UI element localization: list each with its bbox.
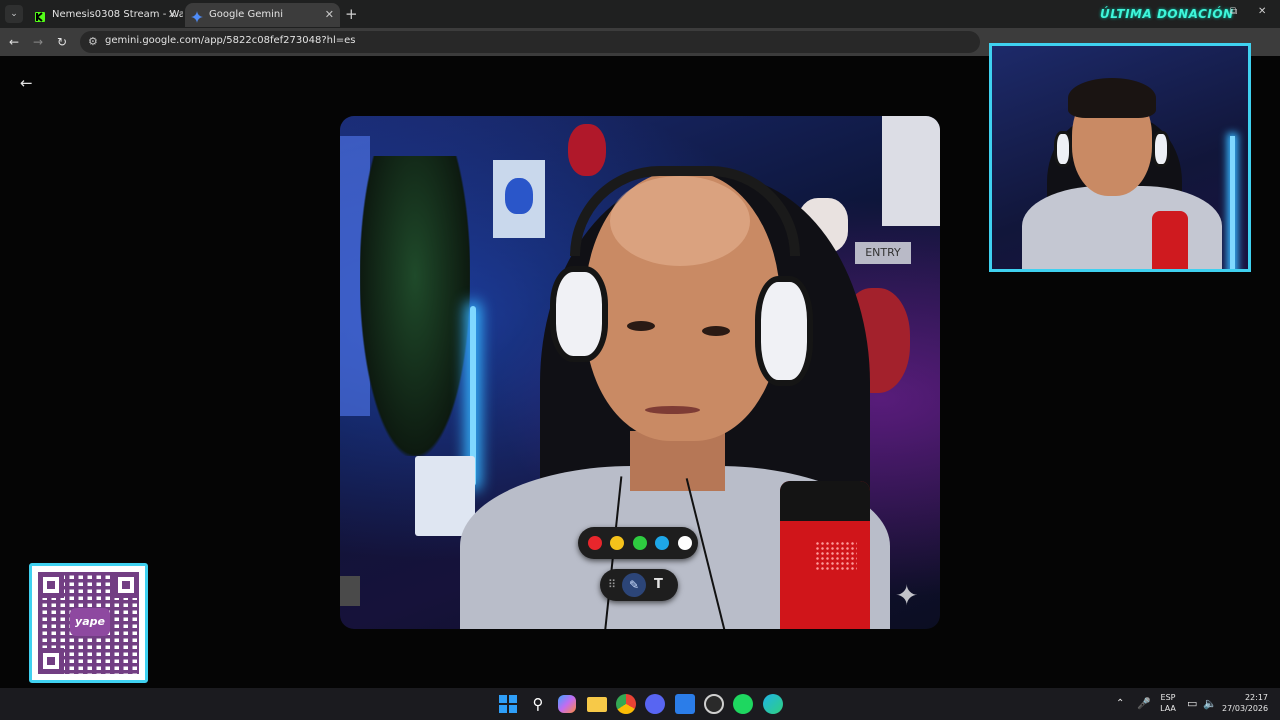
spotify-icon[interactable] xyxy=(733,694,753,714)
keyboard-layout: LAA xyxy=(1160,704,1176,713)
reload-icon[interactable]: ↻ xyxy=(57,34,67,50)
screen: ⌄ Nemesis0308 Stream - Watch L ✕ Google … xyxy=(0,0,1280,720)
tab-google-gemini[interactable]: Google Gemini ✕ xyxy=(185,3,340,27)
image-headphones-left xyxy=(550,266,608,362)
folder-icon[interactable] xyxy=(587,697,607,712)
microphone-icon[interactable]: 🎤 xyxy=(1137,694,1151,714)
windows-taskbar: ⚲ ⌃ 🎤 ESP LAA ▭ 🔈 22:17 27/03/2026 xyxy=(0,688,1280,720)
drag-handle-icon[interactable]: ⠿ xyxy=(608,577,616,593)
discord-icon[interactable] xyxy=(645,694,665,714)
mail-icon[interactable] xyxy=(675,694,695,714)
close-icon[interactable]: ✕ xyxy=(325,3,334,27)
webcam-person-body xyxy=(1022,186,1222,269)
kick-icon xyxy=(34,9,46,22)
gemini-icon xyxy=(191,9,203,23)
plus-icon: + xyxy=(345,5,358,23)
address-bar[interactable]: ⚙ gemini.google.com/app/5822c08fef273048… xyxy=(80,31,980,53)
color-swatch-blue[interactable] xyxy=(655,536,669,550)
copilot-icon[interactable] xyxy=(558,695,576,713)
obs-icon[interactable] xyxy=(704,694,724,714)
image-hand-poster xyxy=(493,160,545,238)
browser-tab-strip: ⌄ Nemesis0308 Stream - Watch L ✕ Google … xyxy=(0,0,1280,28)
arrow-left-icon[interactable]: ← xyxy=(20,74,33,92)
chrome-icon[interactable] xyxy=(616,694,636,714)
annotation-toolbar: ⠿ ✎ T xyxy=(600,569,678,601)
color-swatch-red[interactable] xyxy=(588,536,602,550)
webcam-neon-light xyxy=(1230,136,1235,269)
input-language-indicator[interactable]: ESP LAA xyxy=(1158,692,1178,714)
tune-icon[interactable]: ⚙ xyxy=(88,35,98,48)
color-swatch-green[interactable] xyxy=(633,536,647,550)
url-text[interactable]: gemini.google.com/app/5822c08fef273048?h… xyxy=(105,35,355,46)
chevron-down-icon: ⌄ xyxy=(10,9,18,19)
edge-icon[interactable] xyxy=(763,694,783,714)
image-poster-right xyxy=(882,116,940,226)
windows-icon[interactable] xyxy=(498,694,518,714)
yape-logo: yape xyxy=(70,608,110,636)
display-icon[interactable]: ▭ xyxy=(1187,694,1197,714)
search-icon[interactable]: ⚲ xyxy=(528,694,548,714)
chevron-up-icon[interactable]: ⌃ xyxy=(1116,694,1124,714)
annotation-color-palette xyxy=(578,527,698,559)
webcam-microphone xyxy=(1152,211,1188,269)
image-mouth xyxy=(645,406,700,414)
volume-icon[interactable]: 🔈 xyxy=(1203,694,1217,714)
taskbar-clock[interactable]: 22:17 27/03/2026 xyxy=(1222,692,1268,714)
color-swatch-white[interactable] xyxy=(678,536,692,550)
tab-kick-stream[interactable]: Nemesis0308 Stream - Watch L ✕ xyxy=(28,3,183,27)
text-tool-button[interactable]: T xyxy=(654,574,663,596)
close-icon[interactable]: ✕ xyxy=(168,3,177,27)
tab-list-button[interactable]: ⌄ xyxy=(5,5,23,23)
clock-time: 22:17 xyxy=(1244,693,1268,702)
close-window-icon[interactable]: ✕ xyxy=(1258,6,1266,17)
donation-overlay-label: ÚLTIMA DONACIÓN xyxy=(1100,7,1234,21)
webcam-person-hair xyxy=(1068,78,1156,118)
sparkle-icon: ✦ xyxy=(895,579,919,612)
qr-finder xyxy=(38,648,64,674)
clock-date: 27/03/2026 xyxy=(1222,704,1269,713)
restore-icon[interactable]: ⧉ xyxy=(1230,6,1237,17)
image-entry-sign: ENTRY xyxy=(855,242,911,264)
pen-scribble-icon[interactable]: ✎ xyxy=(622,573,646,597)
color-swatch-yellow[interactable] xyxy=(610,536,624,550)
image-headphones-right xyxy=(755,276,813,386)
new-tab-button[interactable]: + xyxy=(345,4,358,24)
language-code: ESP xyxy=(1160,693,1176,702)
webcam-headphones-left xyxy=(1054,131,1072,167)
arrow-left-icon[interactable]: ← xyxy=(9,34,19,50)
arrow-right-icon[interactable]: → xyxy=(33,34,43,50)
qr-finder xyxy=(38,572,64,598)
image-microphone-grille xyxy=(815,541,857,571)
streamer-webcam-overlay xyxy=(989,43,1251,272)
image-plant xyxy=(360,156,470,456)
yape-qr-code: yape xyxy=(29,563,148,683)
image-object xyxy=(340,576,360,606)
image-microphone-top xyxy=(780,481,870,521)
qr-finder xyxy=(113,572,139,598)
tab-title: Google Gemini xyxy=(209,9,283,20)
webcam-headphones-right xyxy=(1152,131,1170,167)
image-eye-right xyxy=(702,326,730,336)
qr-pattern: yape xyxy=(38,572,139,674)
image-mask xyxy=(568,124,606,176)
tab-title: Nemesis0308 Stream - Watch L xyxy=(52,9,183,20)
image-eye-left xyxy=(627,321,655,331)
